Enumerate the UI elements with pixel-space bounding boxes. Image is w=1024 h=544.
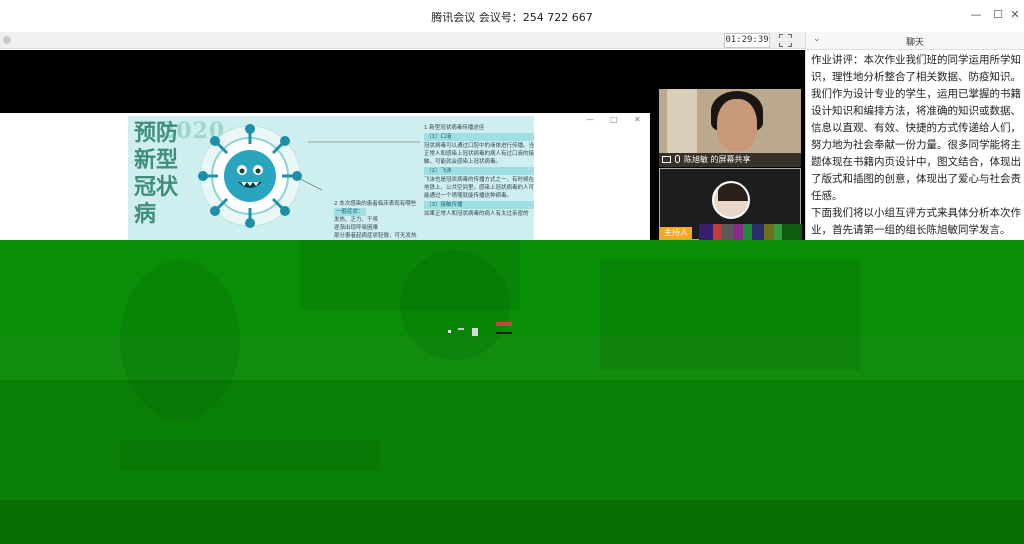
route2-label: （2）飞沫 <box>424 167 534 175</box>
route3-text: 如果正常人和冠状病毒的病人有太过亲密的 <box>424 211 529 217</box>
route1-text: 冠状病毒可以通过口腔中的液体进行传播。当正常人和感染上冠状病毒的病人有过口液的接… <box>424 143 534 165</box>
shared-close-icon: ✕ <box>634 115 641 124</box>
symptom-text-2: 逐渐出现呼吸困难 <box>334 225 379 231</box>
green-shadow <box>600 260 860 370</box>
close-icon[interactable]: ✕ <box>1008 8 1022 22</box>
chat-message: 作业讲评：本次作业我们班的同学运用所学知识，理性地分析整合了相关数据、防疫知识。… <box>811 54 1021 202</box>
chat-messages: 作业讲评：本次作业我们班的同学运用所学知识，理性地分析整合了相关数据、防疫知识。… <box>805 50 1024 240</box>
virus-illustration <box>198 124 322 228</box>
minimize-icon[interactable]: — <box>969 8 983 22</box>
noise-dot <box>458 328 464 330</box>
shared-minimize-icon: — <box>586 115 594 124</box>
connector-lines <box>308 141 420 143</box>
slide-vertical-title: 预防新型冠状病 <box>134 120 179 227</box>
meeting-timer: 01:29:39 <box>724 33 770 48</box>
shared-screen-stage: — □ ✕ 2020 预防新型冠状病 1 新型冠状病毒传播途径 （1）口液 冠状… <box>0 50 805 240</box>
host-badge: 主持人 <box>660 227 692 239</box>
transmission-routes-section: 1 新型冠状病毒传播途径 （1）口液 冠状病毒可以通过口腔中的液体进行传播。当正… <box>424 124 534 218</box>
calligraphy-scroll <box>667 89 697 153</box>
symptoms-section: 2 本次感染的患者临床表现有哪些 一般症状： 发热、乏力、干咳 逐渐出现呼吸困难… <box>334 200 422 240</box>
noise-dot <box>496 322 512 326</box>
shared-slide: 2020 预防新型冠状病 1 新型冠状病毒传播途径 （1）口液 冠状病毒可以通过… <box>128 116 534 240</box>
noise-dot <box>448 330 451 333</box>
route1-label: （1）口液 <box>424 133 534 141</box>
symptom-text-3: 部分患者起病症状轻微，可无发热 <box>334 233 417 239</box>
avatar <box>712 181 750 219</box>
participant-video-1[interactable]: 陈旭敏 的屏幕共享 <box>659 89 801 167</box>
shared-maximize-icon: □ <box>610 115 618 124</box>
participant-caption: 陈旭敏 的屏幕共享 <box>659 153 801 167</box>
noise-dot <box>496 332 512 334</box>
green-shadow <box>120 440 380 470</box>
symptom-label: 一般症状： <box>334 208 366 216</box>
symptom-text-1: 发热、乏力、干咳 <box>334 217 379 223</box>
window-title: 腾讯会议 会议号：254 722 667 <box>431 11 593 24</box>
section2-title: 2 本次感染的患者临床表现有哪些 <box>334 201 417 207</box>
route3-label: （3）接触传播 <box>424 201 534 209</box>
fullscreen-icon[interactable] <box>779 34 792 47</box>
glitch-strip <box>699 224 802 240</box>
chat-header: ⌄ 聊天 <box>805 32 1024 50</box>
participant-name: 陈旭敏 的屏幕共享 <box>684 155 751 164</box>
title-bar: 腾讯会议 会议号：254 722 667 — ☐ ✕ <box>0 0 1024 32</box>
screen-share-icon <box>662 156 671 163</box>
video-toolbar: 01:29:39 <box>0 32 805 49</box>
participant-face <box>717 99 757 151</box>
corrupted-video-region <box>0 240 1024 544</box>
meeting-app-window: 腾讯会议 会议号：254 722 667 — ☐ ✕ 01:29:39 — □ … <box>0 0 1024 544</box>
security-icon[interactable] <box>3 36 11 44</box>
green-block <box>0 500 1024 544</box>
microphone-icon <box>675 155 680 163</box>
maximize-icon[interactable]: ☐ <box>991 8 1005 22</box>
green-shadow <box>300 240 520 310</box>
shared-window: — □ ✕ 2020 预防新型冠状病 1 新型冠状病毒传播途径 （1）口液 冠状… <box>0 113 650 240</box>
route2-text: 飞沫也是冠状病毒的传播方式之一，有时候在地铁上、公共空间里，感染上冠状病毒的人可… <box>424 177 534 199</box>
green-shadow <box>120 260 240 420</box>
section1-title: 1 新型冠状病毒传播途径 <box>424 125 485 131</box>
chat-title: 聊天 <box>905 38 924 48</box>
noise-dot <box>472 328 478 336</box>
chat-message: 下面我们将以小组互评方式来具体分析本次作业，首先请第一组的组长陈旭敏同学发言。 <box>811 207 1021 236</box>
